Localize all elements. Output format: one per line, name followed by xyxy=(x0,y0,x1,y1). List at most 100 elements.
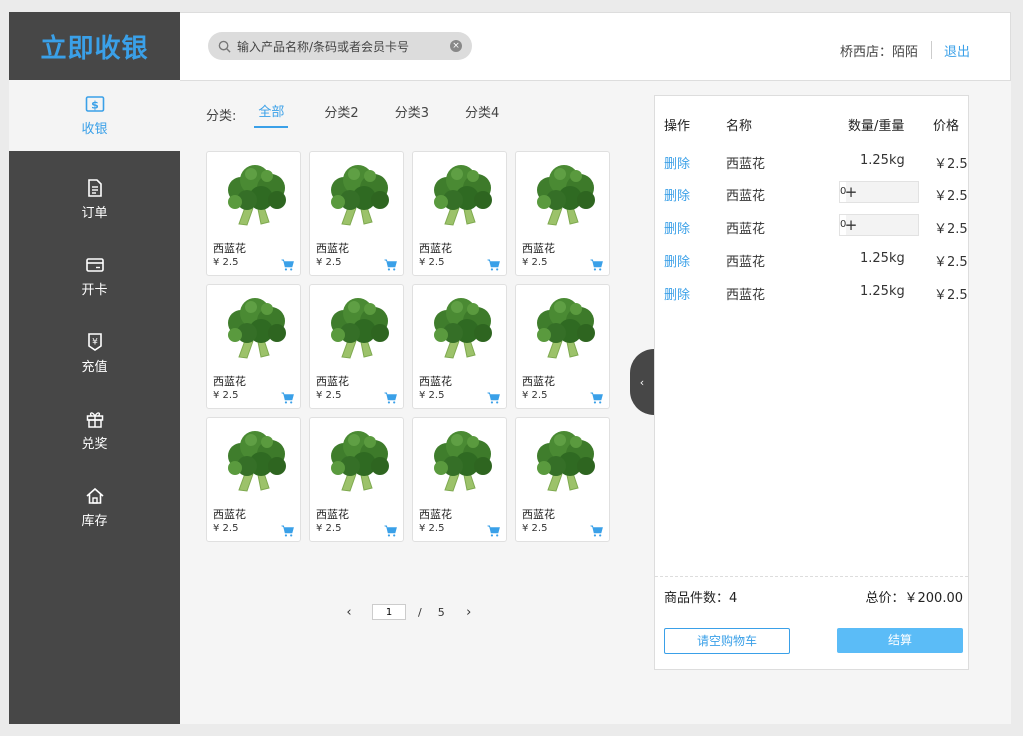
cart-row: 删除 西蓝花 − 0 + ￥2.5 xyxy=(655,181,968,205)
top-bar: 输入产品名称/条码或者会员卡号 × 桥西店：陌陌 退出 xyxy=(180,12,1011,81)
store-info: 桥西店：陌陌 xyxy=(839,45,918,60)
search-icon xyxy=(218,40,231,53)
add-to-cart-icon[interactable] xyxy=(281,256,294,271)
yen-shield-icon: ¥ xyxy=(87,332,102,351)
product-name: 西蓝花 xyxy=(419,242,452,255)
sidebar-item-redeem[interactable]: 兑奖 xyxy=(9,394,180,466)
gift-icon xyxy=(86,411,103,428)
sidebar-item-label: 收银 xyxy=(81,122,108,137)
delete-link[interactable]: 删除 xyxy=(664,185,690,204)
clear-cart-button[interactable]: 请空购物车 xyxy=(664,628,790,654)
sidebar-item-label: 库存 xyxy=(81,513,108,529)
quantity-stepper: − 0 + xyxy=(839,181,919,203)
sidebar-item-open-card[interactable]: 开卡 xyxy=(9,240,180,312)
delete-link[interactable]: 删除 xyxy=(664,284,690,303)
product-name: 西蓝花 xyxy=(213,375,246,388)
checkout-button[interactable]: 结算 xyxy=(837,628,963,653)
pagination: ‹ / 5 › xyxy=(343,604,475,620)
product-image xyxy=(217,428,293,496)
item-qty: 1.25kg xyxy=(860,284,905,299)
prev-page-icon[interactable]: ‹ xyxy=(343,605,355,620)
tab-category-2[interactable]: 分类2 xyxy=(324,102,358,127)
product-card[interactable]: 西蓝花 ¥ 2.5 xyxy=(309,417,404,542)
add-to-cart-icon[interactable] xyxy=(487,522,500,537)
product-name: 西蓝花 xyxy=(522,375,555,388)
product-name: 西蓝花 xyxy=(316,508,349,521)
product-card[interactable]: 西蓝花 ¥ 2.5 xyxy=(515,417,610,542)
product-card[interactable]: 西蓝花 ¥ 2.5 xyxy=(515,284,610,409)
product-name: 西蓝花 xyxy=(419,508,452,521)
item-name: 西蓝花 xyxy=(726,157,766,172)
add-to-cart-icon[interactable] xyxy=(384,522,397,537)
sidebar-item-inventory[interactable]: 库存 xyxy=(9,471,180,543)
product-image xyxy=(423,428,499,496)
tab-category-3[interactable]: 分类3 xyxy=(395,102,429,127)
item-qty: 1.25kg xyxy=(860,153,905,168)
product-price: ¥ 2.5 xyxy=(522,523,548,534)
product-price: ¥ 2.5 xyxy=(213,390,239,401)
card-icon xyxy=(85,257,104,272)
product-image xyxy=(526,162,602,230)
product-card[interactable]: 西蓝花 ¥ 2.5 xyxy=(309,284,404,409)
product-card[interactable]: 西蓝花 ¥ 2.5 xyxy=(206,417,301,542)
add-to-cart-icon[interactable] xyxy=(384,389,397,404)
col-price: 价格 xyxy=(933,119,960,134)
product-name: 西蓝花 xyxy=(419,375,452,388)
add-to-cart-icon[interactable] xyxy=(281,389,294,404)
add-to-cart-icon[interactable] xyxy=(384,256,397,271)
add-to-cart-icon[interactable] xyxy=(590,389,603,404)
tab-category-4[interactable]: 分类4 xyxy=(465,102,499,127)
page-separator: / xyxy=(418,605,422,619)
page-input[interactable] xyxy=(372,604,406,620)
item-count: 商品件数：4 xyxy=(664,591,738,606)
product-card[interactable]: 西蓝花 ¥ 2.5 xyxy=(515,151,610,276)
product-card[interactable]: 西蓝花 ¥ 2.5 xyxy=(412,417,507,542)
product-image xyxy=(526,428,602,496)
product-price: ¥ 2.5 xyxy=(522,257,548,268)
chevron-left-icon: ‹ xyxy=(639,375,645,389)
logout-link[interactable]: 退出 xyxy=(944,41,970,60)
col-qty: 数量/重量 xyxy=(848,119,905,134)
delete-link[interactable]: 删除 xyxy=(664,153,690,172)
product-card[interactable]: 西蓝花 ¥ 2.5 xyxy=(412,284,507,409)
product-name: 西蓝花 xyxy=(213,242,246,255)
product-name: 西蓝花 xyxy=(213,508,246,521)
clear-icon[interactable]: × xyxy=(450,40,462,52)
item-name: 西蓝花 xyxy=(726,255,766,270)
sidebar-item-orders[interactable]: 订单 xyxy=(9,163,180,235)
item-name: 西蓝花 xyxy=(726,189,766,204)
item-price: ￥2.5 xyxy=(934,222,968,237)
add-to-cart-icon[interactable] xyxy=(281,522,294,537)
product-price: ¥ 2.5 xyxy=(419,257,445,268)
tab-all[interactable]: 全部 xyxy=(254,101,289,128)
item-price: ￥2.5 xyxy=(934,189,968,204)
delete-link[interactable]: 删除 xyxy=(664,251,690,270)
product-image xyxy=(526,295,602,363)
product-card[interactable]: 西蓝花 ¥ 2.5 xyxy=(206,151,301,276)
col-name: 名称 xyxy=(726,119,753,134)
sidebar: 立即收银 $ 收银 订单 开卡 ¥ 充值 兑奖 库存 xyxy=(9,12,180,724)
cart-row: 删除 西蓝花 1.25kg ￥2.5 xyxy=(655,153,968,173)
add-to-cart-icon[interactable] xyxy=(487,389,500,404)
increment-button[interactable]: + xyxy=(840,215,862,235)
collapse-cart-button[interactable]: ‹ xyxy=(630,349,654,415)
main-area: 分类: 全部 分类2 分类3 分类4 西蓝花 ¥ 2.5 西蓝花 ¥ 2.5 西蓝花 ¥ … xyxy=(180,81,1011,724)
add-to-cart-icon[interactable] xyxy=(590,522,603,537)
product-card[interactable]: 西蓝花 ¥ 2.5 xyxy=(412,151,507,276)
cart-panel: 操作 名称 数量/重量 价格 删除 西蓝花 1.25kg ￥2.5 删除 西蓝花… xyxy=(654,95,969,670)
next-page-icon[interactable]: › xyxy=(463,605,475,620)
product-card[interactable]: 西蓝花 ¥ 2.5 xyxy=(206,284,301,409)
product-image xyxy=(217,295,293,363)
sidebar-item-checkout[interactable]: $ 收银 xyxy=(9,80,180,151)
delete-link[interactable]: 删除 xyxy=(664,218,690,237)
item-name: 西蓝花 xyxy=(726,222,766,237)
add-to-cart-icon[interactable] xyxy=(590,256,603,271)
sidebar-item-recharge[interactable]: ¥ 充值 xyxy=(9,317,180,389)
increment-button[interactable]: + xyxy=(840,182,862,202)
document-icon xyxy=(87,178,102,197)
item-price: ￥2.5 xyxy=(934,157,968,172)
product-card[interactable]: 西蓝花 ¥ 2.5 xyxy=(309,151,404,276)
add-to-cart-icon[interactable] xyxy=(487,256,500,271)
search-input[interactable]: 输入产品名称/条码或者会员卡号 × xyxy=(208,32,472,60)
product-price: ¥ 2.5 xyxy=(316,257,342,268)
